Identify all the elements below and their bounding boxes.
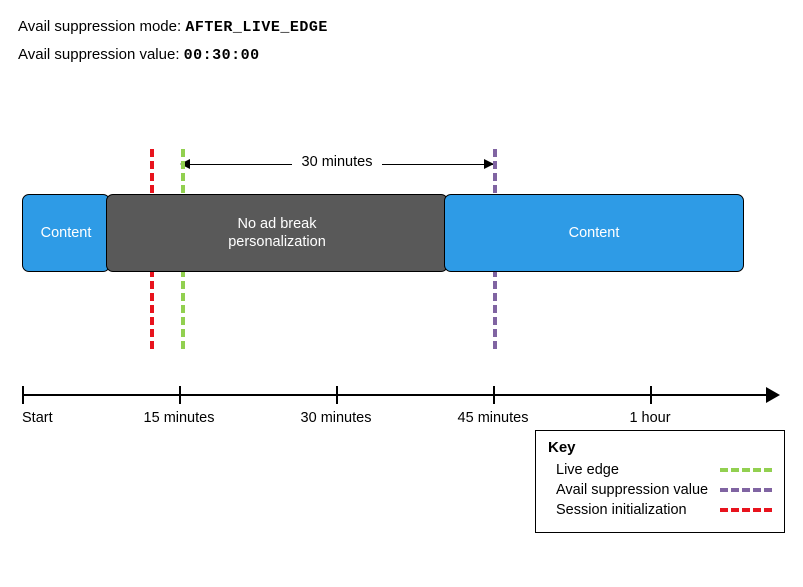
legend-row-live-edge: Live edge xyxy=(556,462,772,478)
legend-swatch-green xyxy=(720,468,772,472)
span-label: 30 minutes xyxy=(292,154,382,170)
legend-box: Key Live edge Avail suppression value Se… xyxy=(535,430,785,533)
time-axis: Start 15 minutes 30 minutes 45 minutes 1… xyxy=(22,384,782,424)
no-ad-block: No ad break personalization xyxy=(106,194,448,272)
legend-label: Live edge xyxy=(556,462,619,478)
value-line: Avail suppression value: 00:30:00 xyxy=(18,46,785,64)
timeline-blocks: Content No ad break personalization Cont… xyxy=(22,194,744,272)
value-label: Avail suppression value: xyxy=(18,46,179,63)
tick-start xyxy=(22,386,24,404)
mode-line: Avail suppression mode: AFTER_LIVE_EDGE xyxy=(18,18,785,36)
mode-label: Avail suppression mode: xyxy=(18,18,181,35)
tick-45 xyxy=(493,386,495,404)
mode-value: AFTER_LIVE_EDGE xyxy=(185,19,328,36)
value-value: 00:30:00 xyxy=(184,47,260,64)
tick-60 xyxy=(650,386,652,404)
axis-arrow-icon xyxy=(766,387,780,403)
content-block-2: Content xyxy=(444,194,744,272)
tick-30 xyxy=(336,386,338,404)
legend-title: Key xyxy=(548,439,772,456)
tick-label-15: 15 minutes xyxy=(144,410,215,426)
tick-label-45: 45 minutes xyxy=(458,410,529,426)
legend-row-session: Session initialization xyxy=(556,502,772,518)
legend-swatch-red xyxy=(720,508,772,512)
legend-label: Avail suppression value xyxy=(556,482,708,498)
legend-label: Session initialization xyxy=(556,502,687,518)
tick-label-30: 30 minutes xyxy=(301,410,372,426)
content-block-1: Content xyxy=(22,194,110,272)
legend-row-avail: Avail suppression value xyxy=(556,482,772,498)
tick-label-start: Start xyxy=(22,410,53,426)
timeline-diagram: 30 minutes Content No ad break personali… xyxy=(22,134,785,464)
tick-15 xyxy=(179,386,181,404)
legend-swatch-purple xyxy=(720,488,772,492)
span-arrow: 30 minutes xyxy=(181,164,493,165)
axis-line xyxy=(22,394,767,396)
tick-label-60: 1 hour xyxy=(629,410,670,426)
